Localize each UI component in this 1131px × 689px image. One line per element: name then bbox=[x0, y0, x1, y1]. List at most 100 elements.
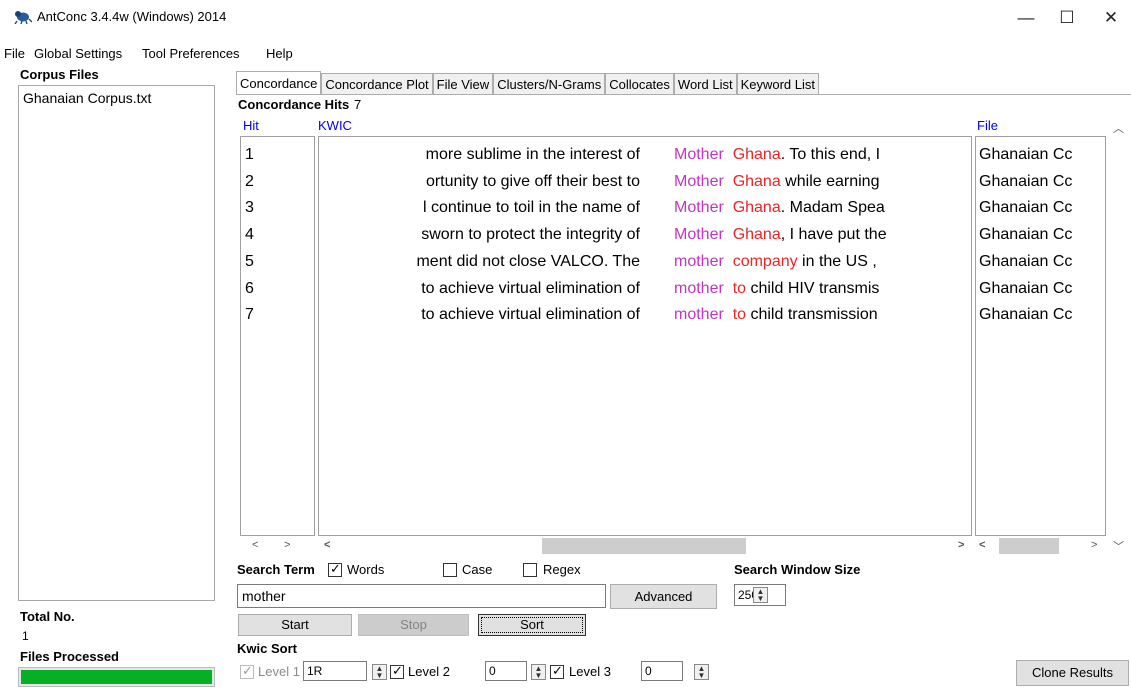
file-name-cell[interactable]: Ghanaian Cc bbox=[979, 172, 1072, 192]
level3-checkbox[interactable] bbox=[550, 663, 564, 679]
maximize-icon[interactable]: ☐ bbox=[1047, 4, 1087, 32]
level2-checkbox[interactable] bbox=[390, 663, 404, 679]
level2-spinner-icon[interactable]: ▲ ▼ bbox=[531, 664, 546, 680]
kwic-right-rest[interactable]: . Madam Spea bbox=[781, 199, 885, 216]
advanced-button[interactable]: Advanced bbox=[610, 584, 717, 609]
file-name-cell[interactable]: Ghanaian Cc bbox=[979, 252, 1072, 272]
file-scroll-right-icon[interactable]: > bbox=[1091, 539, 1097, 551]
kwic-node-word[interactable]: Mother bbox=[674, 226, 724, 243]
tab-word-list[interactable]: Word List bbox=[673, 73, 737, 95]
scroll-down-icon[interactable]: ﹀ bbox=[1113, 538, 1124, 554]
menu-help[interactable]: Help bbox=[266, 46, 293, 61]
stop-button[interactable]: Stop bbox=[358, 614, 469, 636]
kwic-right-rest[interactable]: . To this end, I bbox=[781, 146, 880, 163]
start-button[interactable]: Start bbox=[238, 614, 352, 636]
hit-scroll-left-icon[interactable]: < bbox=[252, 539, 258, 551]
level2-input[interactable]: 0 bbox=[485, 661, 527, 681]
kwic-r1-word[interactable]: Ghana bbox=[733, 146, 781, 163]
file-name-cell[interactable]: Ghanaian Cc bbox=[979, 225, 1072, 245]
file-scroll-thumb[interactable] bbox=[999, 538, 1059, 554]
kwic-right-context[interactable]: Mother Ghana, I have put the bbox=[674, 225, 887, 245]
hit-column[interactable]: 1 2 3 4 5 6 7 bbox=[240, 136, 315, 536]
kwic-right-context[interactable]: mother company in the US , bbox=[674, 252, 877, 272]
level1-checkbox[interactable] bbox=[240, 663, 254, 679]
clone-results-button[interactable]: Clone Results bbox=[1016, 660, 1129, 686]
hit-number[interactable]: 2 bbox=[245, 172, 254, 192]
kwic-node-word[interactable]: mother bbox=[674, 253, 724, 270]
kwic-right-context[interactable]: Mother Ghana. Madam Spea bbox=[674, 198, 885, 218]
kwic-column[interactable]: more sublime in the interest of Mother Gh… bbox=[318, 136, 972, 536]
minimize-icon[interactable]: — bbox=[1006, 4, 1046, 32]
kwic-node-word[interactable]: mother bbox=[674, 280, 724, 297]
hit-hscroll[interactable]: < > bbox=[240, 536, 315, 556]
close-icon[interactable]: ✕ bbox=[1091, 4, 1131, 32]
hit-number[interactable]: 1 bbox=[245, 145, 254, 165]
kwic-column-header[interactable]: KWIC bbox=[318, 118, 352, 133]
kwic-scroll-thumb[interactable] bbox=[542, 538, 746, 554]
tab-concordance-plot[interactable]: Concordance Plot bbox=[321, 73, 433, 95]
tab-concordance[interactable]: Concordance bbox=[236, 71, 322, 95]
tab-keyword-list[interactable]: Keyword List bbox=[736, 73, 819, 95]
tab-clusters-ngrams[interactable]: Clusters/N-Grams bbox=[493, 73, 606, 95]
hit-number[interactable]: 5 bbox=[245, 252, 254, 272]
kwic-left-context[interactable]: to achieve virtual elimination of bbox=[421, 279, 640, 299]
kwic-scroll-right-icon[interactable]: > bbox=[958, 539, 964, 551]
kwic-r1-word[interactable]: to bbox=[733, 306, 746, 323]
file-name-cell[interactable]: Ghanaian Cc bbox=[979, 198, 1072, 218]
kwic-hscroll[interactable]: < > bbox=[318, 536, 972, 556]
file-hscroll[interactable]: < > bbox=[975, 536, 1106, 556]
kwic-r1-word[interactable]: company bbox=[733, 253, 798, 270]
results-vertical-scrollbar[interactable]: ︿ ﹀ bbox=[1109, 118, 1126, 556]
kwic-right-context[interactable]: mother to child HIV transmis bbox=[674, 279, 879, 299]
kwic-scroll-left-icon[interactable]: < bbox=[324, 539, 330, 551]
file-column-header[interactable]: File bbox=[977, 118, 998, 133]
kwic-right-context[interactable]: mother to child transmission bbox=[674, 305, 878, 325]
kwic-left-context[interactable]: ment did not close VALCO. The bbox=[416, 252, 640, 272]
kwic-right-rest[interactable]: while earning bbox=[781, 173, 879, 190]
hit-number[interactable]: 4 bbox=[245, 225, 254, 245]
kwic-right-rest[interactable]: , I have put the bbox=[781, 226, 887, 243]
hit-number[interactable]: 3 bbox=[245, 198, 254, 218]
words-checkbox[interactable] bbox=[328, 561, 342, 577]
level3-input[interactable]: 0 bbox=[641, 661, 683, 681]
tab-file-view[interactable]: File View bbox=[432, 73, 494, 95]
kwic-node-word[interactable]: mother bbox=[674, 306, 724, 323]
file-name-cell[interactable]: Ghanaian Cc bbox=[979, 145, 1072, 165]
file-name-cell[interactable]: Ghanaian Cc bbox=[979, 279, 1072, 299]
kwic-r1-word[interactable]: Ghana bbox=[733, 226, 781, 243]
kwic-node-word[interactable]: Mother bbox=[674, 146, 724, 163]
menu-global-settings[interactable]: Global Settings bbox=[34, 46, 122, 61]
file-name-cell[interactable]: Ghanaian Cc bbox=[979, 305, 1072, 325]
kwic-right-rest[interactable]: child HIV transmis bbox=[746, 280, 879, 297]
tab-collocates[interactable]: Collocates bbox=[605, 73, 674, 95]
kwic-r1-word[interactable]: Ghana bbox=[733, 173, 781, 190]
corpus-file-list[interactable]: Ghanaian Corpus.txt bbox=[18, 85, 215, 601]
regex-checkbox[interactable] bbox=[523, 563, 537, 577]
scroll-up-icon[interactable]: ︿ bbox=[1113, 120, 1124, 136]
menu-tool-preferences[interactable]: Tool Preferences bbox=[142, 46, 240, 61]
file-scroll-left-icon[interactable]: < bbox=[979, 539, 985, 551]
kwic-left-context[interactable]: to achieve virtual elimination of bbox=[421, 305, 640, 325]
level1-spinner-icon[interactable]: ▲ ▼ bbox=[372, 664, 387, 680]
corpus-file-item[interactable]: Ghanaian Corpus.txt bbox=[23, 90, 151, 106]
kwic-left-context[interactable]: sworn to protect the integrity of bbox=[421, 225, 640, 245]
window-size-spinner-icon[interactable]: ▲ ▼ bbox=[753, 587, 768, 603]
sort-button[interactable]: Sort bbox=[478, 614, 586, 636]
search-term-input[interactable] bbox=[237, 584, 606, 608]
menu-file[interactable]: File bbox=[4, 46, 25, 61]
kwic-right-rest[interactable]: in the US , bbox=[798, 253, 877, 270]
kwic-r1-word[interactable]: Ghana bbox=[733, 199, 781, 216]
kwic-right-rest[interactable]: child transmission bbox=[746, 306, 877, 323]
file-column[interactable]: Ghanaian Cc Ghanaian Cc Ghanaian Cc Ghanaia… bbox=[975, 136, 1106, 536]
kwic-node-word[interactable]: Mother bbox=[674, 173, 724, 190]
kwic-left-context[interactable]: more sublime in the interest of bbox=[426, 145, 640, 165]
level1-input[interactable]: 1R bbox=[303, 661, 367, 681]
hit-number[interactable]: 7 bbox=[245, 305, 254, 325]
kwic-left-context[interactable]: l continue to toil in the name of bbox=[423, 198, 640, 218]
kwic-right-context[interactable]: Mother Ghana. To this end, I bbox=[674, 145, 880, 165]
results-horizontal-scrollbars[interactable]: < > < > < > bbox=[240, 536, 1109, 556]
hit-scroll-right-icon[interactable]: > bbox=[284, 539, 290, 551]
kwic-r1-word[interactable]: to bbox=[733, 280, 746, 297]
kwic-left-context[interactable]: ortunity to give off their best to bbox=[426, 172, 640, 192]
hit-number[interactable]: 6 bbox=[245, 279, 254, 299]
